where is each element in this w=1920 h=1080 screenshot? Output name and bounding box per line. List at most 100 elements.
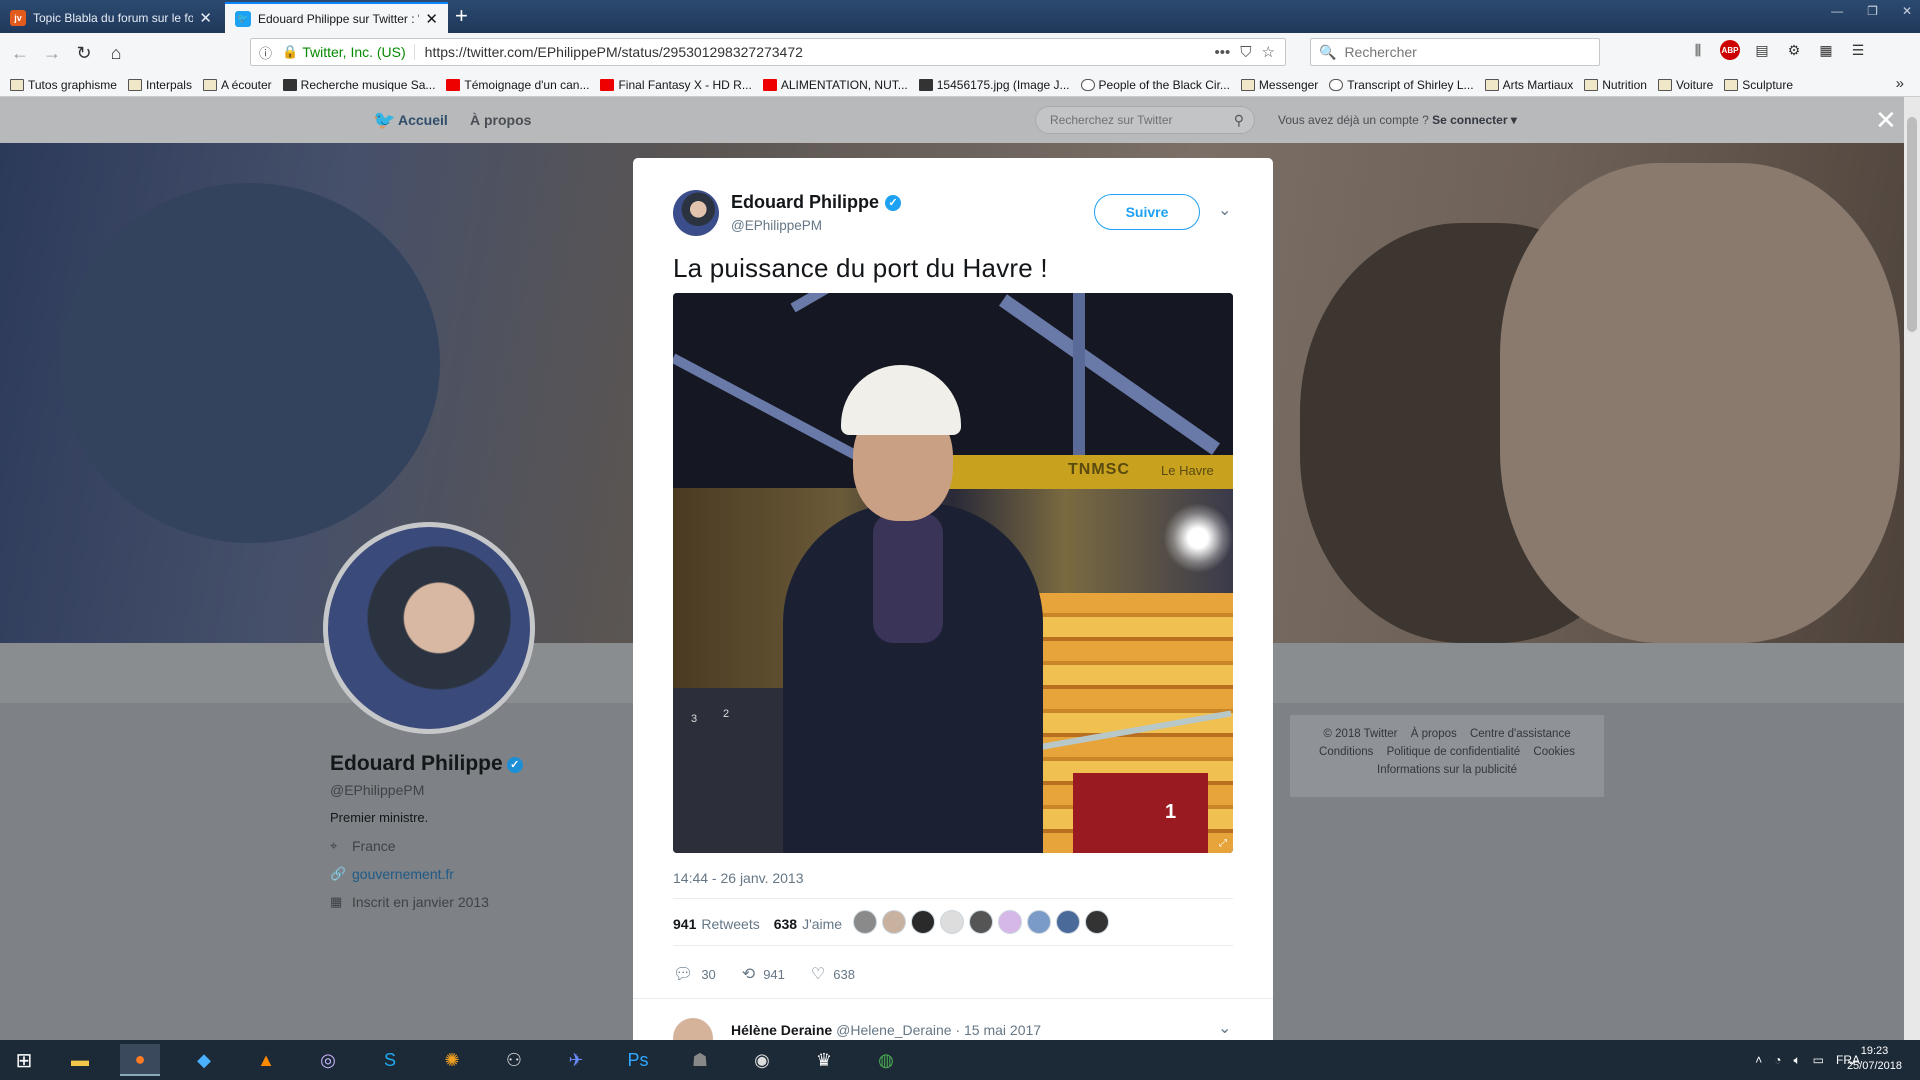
- login-caret-icon[interactable]: ▾: [1508, 113, 1517, 127]
- reply-author-handle[interactable]: @Helene_Deraine: [836, 1022, 951, 1038]
- tweet-author-handle[interactable]: @EPhilippePM: [731, 218, 822, 233]
- twitter-bird-icon[interactable]: 🐦: [373, 110, 395, 131]
- footer-link[interactable]: Informations sur la publicité: [1377, 764, 1517, 776]
- tab-forum[interactable]: jv Topic Blabla du forum sur le fo ✕: [0, 2, 222, 33]
- like-button[interactable]: ♡ 638: [811, 964, 855, 984]
- clock[interactable]: 19:23 25/07/2018: [1847, 1044, 1902, 1074]
- bookmark-item[interactable]: Voiture: [1657, 78, 1713, 92]
- photoshop-icon[interactable]: Ps: [618, 1044, 658, 1076]
- volume-icon[interactable]: 🔈︎: [1793, 1053, 1800, 1068]
- liker-avatar[interactable]: [998, 910, 1022, 934]
- close-tab-icon[interactable]: ✕: [425, 10, 438, 28]
- app-icon[interactable]: ✺: [432, 1044, 472, 1076]
- liker-avatar[interactable]: [1027, 910, 1051, 934]
- file-explorer-icon[interactable]: ▬: [60, 1044, 100, 1076]
- app-icon[interactable]: ♛: [804, 1044, 844, 1076]
- site-identity[interactable]: Twitter, Inc. (US): [302, 44, 415, 60]
- twitter-search-input[interactable]: Recherchez sur Twitter ⚲: [1035, 106, 1255, 134]
- app-icon[interactable]: ☗: [680, 1044, 720, 1076]
- liker-avatar[interactable]: [911, 910, 935, 934]
- url-text[interactable]: https://twitter.com/EPhilippePM/status/2…: [425, 44, 1215, 60]
- info-icon[interactable]: ⓘ: [259, 43, 272, 62]
- footer-link[interactable]: À propos: [1411, 728, 1457, 740]
- maximize-icon[interactable]: ❐: [1867, 4, 1878, 18]
- liker-avatar[interactable]: [882, 910, 906, 934]
- bookmark-item[interactable]: A écouter: [202, 78, 272, 92]
- bookmark-item[interactable]: Messenger: [1240, 78, 1318, 92]
- tweet-options-chevron-down-icon[interactable]: ⌄: [1218, 200, 1231, 220]
- network-icon[interactable]: ◔: [1774, 1053, 1781, 1067]
- display-icon[interactable]: ▭: [1813, 1053, 1824, 1067]
- tweet-photo[interactable]: TNMSC Le Havre 1 3 2 ⤢: [673, 293, 1233, 853]
- bookmark-item[interactable]: Nutrition: [1584, 78, 1647, 92]
- bookmark-star-icon[interactable]: ☆: [1262, 43, 1275, 61]
- bookmark-item[interactable]: ALIMENTATION, NUT...: [762, 78, 908, 92]
- back-icon[interactable]: ←: [4, 37, 36, 69]
- retweet-count[interactable]: 941: [673, 916, 696, 932]
- close-window-icon[interactable]: ✕: [1902, 4, 1912, 18]
- home-icon[interactable]: ⌂: [100, 37, 132, 69]
- tweet-author-avatar[interactable]: [673, 190, 719, 236]
- scrollbar-thumb[interactable]: [1907, 117, 1917, 332]
- bookmark-item[interactable]: Recherche musique Sa...: [282, 78, 435, 92]
- tweet-author-name[interactable]: Edouard Philippe ✓: [731, 192, 902, 213]
- chrome-icon[interactable]: ◍: [866, 1044, 906, 1076]
- address-bar[interactable]: ⓘ 🔒 Twitter, Inc. (US) https://twitter.c…: [250, 38, 1286, 66]
- start-button-icon[interactable]: ⊞: [0, 1040, 48, 1080]
- bookmark-item[interactable]: Sculpture: [1724, 78, 1793, 92]
- app-icon[interactable]: ✈: [556, 1044, 596, 1076]
- close-modal-icon[interactable]: ✕: [1875, 107, 1897, 133]
- magnifier-icon[interactable]: ⚲: [1234, 112, 1244, 129]
- firefox-icon[interactable]: ●: [120, 1044, 160, 1076]
- bookmark-item[interactable]: People of the Black Cir...: [1080, 78, 1230, 92]
- liker-avatar[interactable]: [1085, 910, 1109, 934]
- tab-twitter[interactable]: 🐦 Edouard Philippe sur Twitter : " ✕: [225, 2, 448, 33]
- app-icon[interactable]: ⚇: [494, 1044, 534, 1076]
- liker-avatar[interactable]: [969, 910, 993, 934]
- sidebar-icon[interactable]: ▤: [1752, 40, 1772, 60]
- bookmark-item[interactable]: Arts Martiaux: [1484, 78, 1573, 92]
- reply-options-chevron-down-icon[interactable]: ⌄: [1218, 1018, 1231, 1038]
- bookmark-item[interactable]: Final Fantasy X - HD R...: [600, 78, 752, 92]
- expand-photo-icon[interactable]: ⤢: [1219, 838, 1227, 849]
- app-icon[interactable]: ◎: [308, 1044, 348, 1076]
- page-scrollbar[interactable]: [1904, 97, 1920, 1040]
- thunderbird-icon[interactable]: ◆: [184, 1044, 224, 1076]
- bookmark-item[interactable]: Témoignage d'un can...: [446, 78, 589, 92]
- reload-icon[interactable]: ↻: [68, 37, 100, 69]
- bookmark-item[interactable]: Tutos graphisme: [10, 78, 117, 92]
- menu-icon[interactable]: ☰: [1848, 40, 1868, 60]
- footer-link[interactable]: Centre d'assistance: [1470, 728, 1571, 740]
- bookmark-item[interactable]: Interpals: [127, 78, 192, 92]
- vlc-icon[interactable]: ▲: [246, 1044, 286, 1076]
- nav-about-link[interactable]: À propos: [470, 112, 531, 128]
- skype-icon[interactable]: S: [370, 1044, 410, 1076]
- tweet-timestamp[interactable]: 14:44 - 26 janv. 2013: [673, 870, 804, 886]
- container-icon[interactable]: ▦: [1816, 40, 1836, 60]
- page-actions-icon[interactable]: •••: [1215, 44, 1231, 61]
- bookmark-item[interactable]: 15456175.jpg (Image J...: [918, 78, 1070, 92]
- retweet-label[interactable]: Retweets: [701, 916, 759, 932]
- close-tab-icon[interactable]: ✕: [199, 9, 212, 27]
- minimize-icon[interactable]: —: [1831, 4, 1843, 18]
- footer-link[interactable]: © 2018 Twitter: [1323, 728, 1397, 740]
- library-icon[interactable]: ⫼: [1688, 40, 1708, 60]
- reply-author-name[interactable]: Hélène Deraine: [731, 1022, 832, 1038]
- like-count[interactable]: 638: [774, 916, 797, 932]
- like-label[interactable]: J'aime: [802, 916, 842, 932]
- retweet-button[interactable]: ⟲ 941: [742, 964, 785, 984]
- show-hidden-icons-icon[interactable]: ˄: [1755, 1053, 1762, 1067]
- browser-search-box[interactable]: 🔍 Rechercher: [1310, 38, 1600, 66]
- liker-avatar[interactable]: [1056, 910, 1080, 934]
- footer-link[interactable]: Cookies: [1533, 746, 1575, 758]
- reply-date[interactable]: · 15 mai 2017: [955, 1022, 1041, 1038]
- liker-avatar[interactable]: [940, 910, 964, 934]
- adblock-icon[interactable]: ABP: [1720, 40, 1740, 60]
- extension-icon[interactable]: ⚙: [1784, 40, 1804, 60]
- pocket-icon[interactable]: ⛉: [1240, 44, 1251, 61]
- profile-avatar[interactable]: [323, 522, 535, 734]
- login-link[interactable]: Se connecter: [1432, 113, 1507, 127]
- new-tab-icon[interactable]: +: [455, 4, 468, 28]
- footer-link[interactable]: Conditions: [1319, 746, 1373, 758]
- bookmark-item[interactable]: Transcript of Shirley L...: [1329, 78, 1474, 92]
